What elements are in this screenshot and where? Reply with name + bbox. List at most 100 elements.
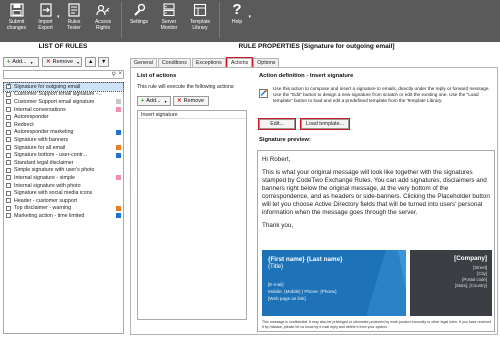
add-action-button[interactable]: + Add... ▾ xyxy=(137,96,171,106)
tab-exceptions[interactable]: Exceptions xyxy=(191,58,226,67)
remove-icon: ✕ xyxy=(177,98,182,104)
help-dropdown-caret-icon[interactable]: ▾ xyxy=(249,14,252,20)
rule-properties-title: RULE PROPERTIES [Signature for outgoing … xyxy=(238,43,395,50)
rule-label: Autoresponder xyxy=(14,114,49,121)
rule-checkbox[interactable] xyxy=(6,99,11,105)
sig-title: {Title} xyxy=(268,264,284,270)
toolbar-divider xyxy=(218,2,220,38)
rule-list-item[interactable]: Header - customer support xyxy=(4,197,123,205)
search-icon[interactable]: ⚲ xyxy=(112,71,116,78)
remove-rule-label: Remove xyxy=(52,59,74,65)
import-export-icon xyxy=(38,2,54,18)
signature-preview: Hi Robert, This is what your original me… xyxy=(257,150,495,332)
sig-city: [City] xyxy=(477,271,487,276)
rule-list-item[interactable]: Signature with banners xyxy=(4,136,123,144)
chevron-down-icon: ▾ xyxy=(30,59,33,65)
rule-list-item[interactable]: Top disclaimer - warning xyxy=(4,205,123,213)
rule-checkbox[interactable] xyxy=(6,107,11,113)
rule-label: Internal conversations xyxy=(14,106,66,113)
rule-checkbox[interactable] xyxy=(6,129,11,135)
rules-pane: + Add... ▾ ✕ Remove ▾ ▲ ▼ ⚲ × Signature … xyxy=(0,53,126,338)
clear-search-icon[interactable]: × xyxy=(118,71,122,77)
move-up-button[interactable]: ▲ xyxy=(85,57,96,67)
sig-email: [E-mail] xyxy=(268,282,284,287)
access-rights-label-2: Rights xyxy=(95,24,111,31)
remove-rule-button[interactable]: ✕ Remove ▾ xyxy=(42,57,82,67)
rule-label: Header - customer support xyxy=(14,197,78,204)
tab-conditions[interactable]: Conditions xyxy=(157,58,191,67)
rules-tester-button[interactable]: Rules Tester xyxy=(60,2,89,31)
remove-icon: ✕ xyxy=(46,59,51,65)
signature-preview-title: Signature preview: xyxy=(259,137,311,143)
rule-list-item[interactable]: Simple signature with user's photo xyxy=(4,167,123,175)
rule-list-item[interactable]: Marketing action - time limited xyxy=(4,212,123,220)
rule-label: Signature with banners xyxy=(14,136,69,143)
add-rule-button[interactable]: + Add... ▾ xyxy=(3,57,39,67)
help-button[interactable]: ? Help xyxy=(223,2,252,26)
rule-label: Internal signature - simple xyxy=(14,174,75,181)
server-monitor-button[interactable]: Server Monitor xyxy=(154,2,185,31)
action-definition-title: Action definition - Insert signature xyxy=(259,73,354,79)
rules-search-input[interactable]: ⚲ × xyxy=(3,70,124,79)
edit-button[interactable]: Edit... xyxy=(258,118,296,130)
rule-checkbox[interactable] xyxy=(6,137,11,143)
template-library-icon xyxy=(192,2,208,18)
server-monitor-label-2: Monitor xyxy=(160,24,178,31)
rule-list-item[interactable]: Autoresponder xyxy=(4,113,123,121)
rule-list-item[interactable]: Signature with social media icons xyxy=(4,189,123,197)
rule-checkbox[interactable] xyxy=(6,213,11,219)
list-item[interactable]: Insert signature xyxy=(138,111,246,119)
rule-checkbox[interactable] xyxy=(6,152,11,158)
rule-list-item[interactable]: Standard legal disclaimer xyxy=(4,159,123,167)
rule-checkbox[interactable] xyxy=(6,205,11,211)
import-label-2: Export xyxy=(38,24,53,31)
remove-action-button[interactable]: ✕ Remove xyxy=(173,96,209,106)
sig-street: [Street] xyxy=(473,265,487,270)
rule-list-item[interactable]: Signature for outgoing email xyxy=(3,82,124,92)
rule-checkbox[interactable] xyxy=(6,145,11,151)
move-down-button[interactable]: ▼ xyxy=(98,57,109,67)
rule-checkbox[interactable] xyxy=(6,198,11,204)
template-library-label-2: Library xyxy=(192,24,208,31)
rule-list-item[interactable]: Internal signature with photo xyxy=(4,182,123,190)
wrench-icon xyxy=(131,2,147,18)
remove-action-label: Remove xyxy=(183,98,205,104)
rule-list-item[interactable]: Signature bottom - user-contr... xyxy=(4,151,123,159)
rule-label: Simple signature with user's photo xyxy=(14,167,95,174)
tab-general[interactable]: General xyxy=(130,58,157,67)
load-template-button[interactable]: Load template... xyxy=(300,118,350,130)
preview-body: This is what your original message will … xyxy=(262,169,490,216)
toolbar-divider xyxy=(120,2,122,38)
actions-list: Insert signature xyxy=(137,110,247,320)
rule-color-tag xyxy=(116,129,121,135)
sig-web: [Web page as link] xyxy=(268,296,306,301)
rule-list-item[interactable]: Customer Support email signature xyxy=(4,98,123,106)
rule-checkbox[interactable] xyxy=(6,91,11,97)
rule-list-item[interactable]: Internal signature - simple xyxy=(4,174,123,182)
import-export-button[interactable]: Import Export xyxy=(31,2,60,31)
access-rights-button[interactable]: Access Rights xyxy=(89,2,118,31)
tab-options[interactable]: Options xyxy=(253,58,280,67)
submit-icon xyxy=(9,2,25,18)
rule-list-item[interactable]: Redirect xyxy=(4,121,123,129)
preview-greeting: Hi Robert, xyxy=(262,156,291,163)
rule-checkbox[interactable] xyxy=(6,160,11,166)
rule-checkbox[interactable] xyxy=(6,190,11,196)
tab-actions[interactable]: Actions xyxy=(225,57,254,68)
rule-list-item[interactable]: Internal conversations xyxy=(4,106,123,114)
rule-checkbox[interactable] xyxy=(6,114,11,120)
preview-closing: Thank you, xyxy=(262,222,294,229)
settings-button[interactable]: Settings xyxy=(125,2,154,26)
rule-list-item[interactable]: Autoresponder marketing xyxy=(4,129,123,137)
arrow-down-icon: ▼ xyxy=(101,59,107,65)
rule-checkbox[interactable] xyxy=(6,167,11,173)
rule-list-item[interactable]: Signature for all email xyxy=(4,144,123,152)
template-library-button[interactable]: Template Library xyxy=(185,2,216,31)
chevron-down-icon: ▾ xyxy=(164,98,167,104)
rule-checkbox[interactable] xyxy=(6,83,12,90)
rule-checkbox[interactable] xyxy=(6,122,11,128)
rule-checkbox[interactable] xyxy=(6,183,11,189)
rule-checkbox[interactable] xyxy=(6,175,11,181)
rule-list-item[interactable]: Customer Support email signature -... xyxy=(4,91,123,99)
submit-changes-button[interactable]: Submit changes xyxy=(2,2,31,31)
